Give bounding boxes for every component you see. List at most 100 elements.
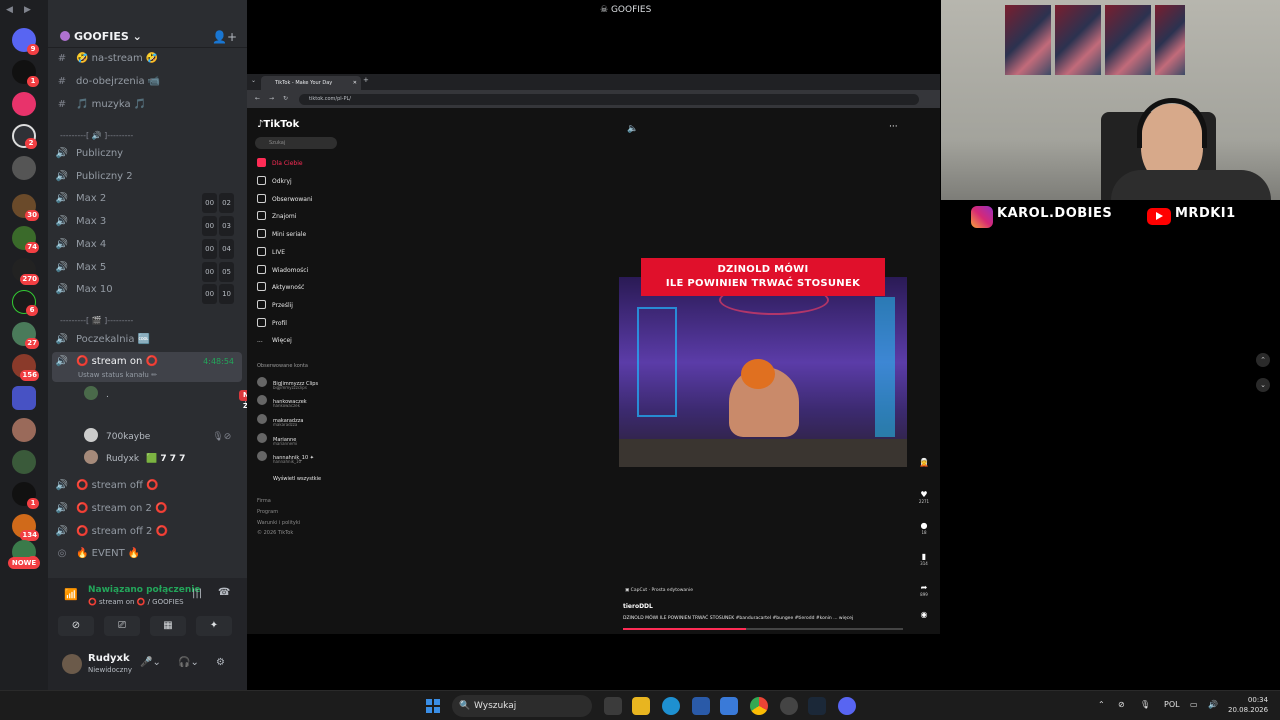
view-all-link[interactable]: Wyświetl wszystkie [257,472,321,486]
invite-people-icon[interactable]: 👤+ [212,30,237,44]
like-button[interactable]: ♥ 2271 [915,490,933,504]
new-messages-pill[interactable]: NOWE [8,557,40,569]
display-icon[interactable]: ▭ [1190,700,1198,709]
soundboard-icon[interactable]: ✦ [196,616,232,636]
back-arrow-icon[interactable]: ◀ [6,5,13,15]
capcut-label[interactable]: ▣ CapCut · Prosta edytowanie [625,588,693,593]
volume-icon[interactable]: 🔊 [1208,700,1218,709]
server-icon[interactable] [12,450,36,474]
voice-channel[interactable]: 🔊 Max 4 00 04 [54,235,240,259]
reload-icon[interactable]: ↻ [283,95,288,102]
chrome-icon[interactable] [750,697,768,715]
nav-messages[interactable]: Wiadomości [257,264,308,278]
voice-status[interactable]: Nawiązano połączenie [88,585,200,595]
discord-home-icon[interactable]: 9 [12,28,39,55]
voice-channel[interactable]: 🔊 Max 3 00 03 [54,212,240,236]
nav-upload[interactable]: Prześlij [257,299,293,313]
nav-activity[interactable]: Aktywność [257,281,304,295]
nav-more[interactable]: ··· Więcej [257,334,292,348]
microphone-icon[interactable]: 🎤⌄ [140,657,161,668]
text-channel[interactable]: # 🎵 muzyka 🎵 [54,95,240,115]
screenshare-icon[interactable]: ⎚ [104,616,140,636]
followed-account[interactable]: Marianne mariannemi [257,433,297,447]
avatar[interactable] [62,654,82,674]
nav-mini-series[interactable]: Mini seriale [257,228,306,242]
nav-explore[interactable]: Odkryj [257,175,292,189]
server-header[interactable]: GOOFIES ⌄ 👤+ [48,0,247,48]
voice-channel[interactable]: 🔊 Max 5 00 05 [54,258,240,282]
username[interactable]: Rudyxk [88,653,130,664]
tab-list-icon[interactable]: ⌄ [251,77,256,84]
voice-channel-active[interactable]: 🔊 ⭕ stream on ⭕ 4:48:54 [54,352,240,372]
taskbar-search[interactable]: 🔍 Wyszukaj [452,695,592,717]
voice-channel[interactable]: 🔊 Publiczny [54,144,240,164]
voice-channel[interactable]: 🔊 ⭕ stream on 2 ⭕ [54,499,240,519]
disconnect-icon[interactable]: ☎ [218,587,230,598]
author-avatar[interactable]: 🧝 [915,458,933,467]
previous-video-icon[interactable]: ⌃ [1256,353,1270,367]
text-channel[interactable]: # do-obejrzenia 📹 [54,72,240,92]
voice-channel[interactable]: 🔊 ⭕ stream off ⭕ [54,476,240,496]
nav-profile[interactable]: Profil [257,317,287,331]
footer-link[interactable]: Warunki i polityki [257,520,300,526]
forward-icon[interactable]: → [269,95,274,102]
server-icon[interactable] [12,418,36,442]
server-icon[interactable]: 156 [12,354,39,381]
windows-start-icon[interactable] [426,699,440,713]
volume-icon[interactable]: 🔈 [627,124,638,134]
followed-account[interactable]: hannahnik_10 ✦ hannahnik_10 [257,451,314,465]
network-off-icon[interactable]: ⊘ [1118,700,1125,709]
footer-link[interactable]: Program [257,509,278,515]
close-icon[interactable]: ✕ [353,76,357,90]
search-input[interactable]: Szukaj [255,137,337,149]
voice-channel[interactable]: 🔊 ⭕ stream off 2 ⭕ [54,522,240,542]
text-channel[interactable]: # 🤣 na-stream 🤣 [54,49,240,69]
signal-icon[interactable]: 📶 [64,588,78,601]
new-tab-icon[interactable]: + [363,76,369,84]
voice-channel[interactable]: 🔊 Max 2 00 02 [54,189,240,213]
nav-live[interactable]: LIVE [257,246,285,260]
followed-account[interactable]: makaradzza makaradzza [257,414,303,428]
share-button[interactable]: ➦ 899 [915,583,933,597]
app-icon[interactable] [720,697,738,715]
video-progress-bar[interactable] [623,628,903,630]
activities-icon[interactable]: ▦ [150,616,186,636]
server-icon[interactable]: 6 [12,290,38,316]
category-separator[interactable]: ---------[ 🎬 ]--------- [60,316,133,325]
server-icon[interactable] [12,156,36,180]
stage-channel[interactable]: ◎ 🔥 EVENT 🔥 [54,544,240,564]
video-description[interactable]: DZINOLD MÓWI ILE POWINIEN TRWAĆ STOSUNEK… [623,616,853,621]
bookmark-button[interactable]: ▮ 314 [915,552,933,566]
server-icon[interactable]: 1 [12,60,39,87]
server-name[interactable]: GOOFIES ⌄ [60,30,142,43]
steam-icon[interactable] [808,697,826,715]
edge-icon[interactable] [662,697,680,715]
noise-suppression-icon[interactable]: ||| [192,588,202,599]
microphone-icon[interactable]: 🎙 [1140,700,1150,709]
music-disc[interactable]: ◉ [915,610,933,619]
tiktok-logo[interactable]: ♪TikTok [257,119,299,130]
server-icon[interactable]: 2 [12,124,37,149]
voice-channel[interactable]: 🔊 Poczekalnia 🆒 [54,330,240,350]
voice-member[interactable]: . [84,386,109,404]
file-explorer-icon[interactable] [632,697,650,715]
voice-member[interactable]: 700kaybe 🎙⊘ [84,428,231,446]
browser-tab[interactable]: TikTok - Make Your Day ✕ [261,76,361,90]
channel-status-setter[interactable]: Ustaw status kanału ✏ [78,371,157,379]
camera-off-icon[interactable]: ⊘ [58,616,94,636]
comment-button[interactable]: ● 18 [915,521,933,535]
server-heart-icon[interactable] [12,92,36,116]
language-indicator[interactable]: POL [1164,700,1180,709]
voice-channel[interactable]: 🔊 Max 10 00 10 [54,280,240,304]
video-player[interactable] [619,277,907,467]
voice-member[interactable]: Rudyxk 🟩 7 7 7 [84,450,185,468]
nav-friends[interactable]: Znajomi [257,210,296,224]
forward-arrow-icon[interactable]: ▶ [24,5,31,15]
category-separator[interactable]: ---------[ 🔊 ]--------- [60,131,133,140]
chevron-up-icon[interactable]: ⌃ [1098,700,1105,709]
url-field[interactable]: tiktok.com/pl-PL/ [299,94,919,105]
store-icon[interactable] [692,697,710,715]
footer-link[interactable]: Firma [257,498,271,504]
next-video-icon[interactable]: ⌄ [1256,378,1270,392]
voice-location[interactable]: ⭕ stream on ⭕ / GOOFIES [88,598,184,606]
